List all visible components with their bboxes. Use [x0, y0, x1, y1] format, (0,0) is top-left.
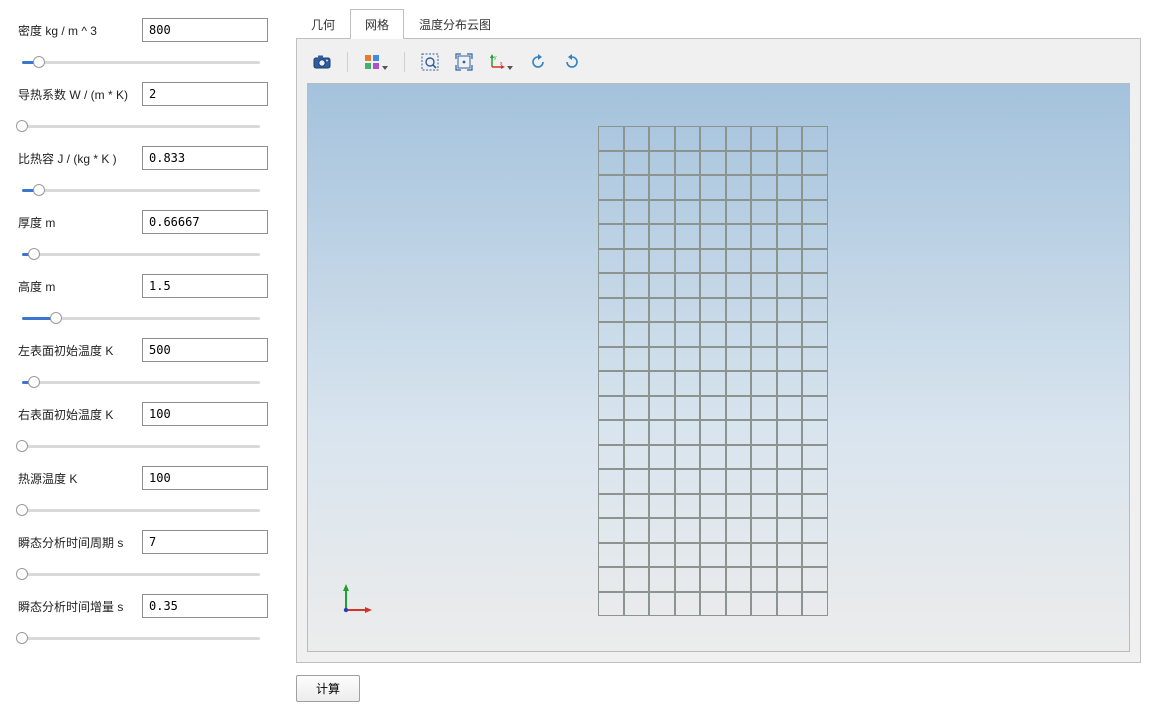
- height-slider[interactable]: [18, 310, 264, 326]
- tab-2[interactable]: 温度分布云图: [404, 9, 506, 39]
- calculate-button[interactable]: 计算: [296, 675, 360, 702]
- thickness-field[interactable]: [142, 210, 268, 234]
- mesh-grid: [598, 126, 828, 616]
- specific-heat-field[interactable]: [142, 146, 268, 170]
- param-group-specific-heat: 比热容 J / (kg * K ): [18, 146, 270, 198]
- density-slider[interactable]: [18, 54, 264, 70]
- param-label: 瞬态分析时间增量 s: [18, 598, 136, 615]
- viewport-tabs: 几何网格温度分布云图: [296, 8, 1141, 38]
- period-slider[interactable]: [18, 566, 264, 582]
- rotate-cw-icon[interactable]: [561, 51, 583, 73]
- tab-1[interactable]: 网格: [350, 9, 404, 39]
- param-group-height: 高度 m: [18, 274, 270, 326]
- param-label: 热源温度 K: [18, 470, 136, 487]
- left-temp-field[interactable]: [142, 338, 268, 362]
- density-field[interactable]: [142, 18, 268, 42]
- param-group-conductivity: 导热系数 W / (m * K): [18, 82, 270, 134]
- thickness-slider[interactable]: [18, 246, 264, 262]
- param-label: 右表面初始温度 K: [18, 406, 136, 423]
- parameters-panel: 密度 kg / m ^ 3 导热系数 W / (m * K) 比热容 J / (kg…: [0, 0, 280, 712]
- increment-field[interactable]: [142, 594, 268, 618]
- param-group-period: 瞬态分析时间周期 s: [18, 530, 270, 582]
- param-label: 左表面初始温度 K: [18, 342, 136, 359]
- param-group-density: 密度 kg / m ^ 3: [18, 18, 270, 70]
- axes-icon[interactable]: yx: [487, 51, 515, 73]
- right-temp-field[interactable]: [142, 402, 268, 426]
- toolbar-separator: [404, 52, 405, 72]
- left-temp-slider[interactable]: [18, 374, 264, 390]
- viewport-toolbar: yx: [307, 49, 1130, 83]
- param-group-source-temp: 热源温度 K: [18, 466, 270, 518]
- viewport-3d[interactable]: [307, 83, 1130, 652]
- source-temp-slider[interactable]: [18, 502, 264, 518]
- camera-icon[interactable]: [311, 51, 333, 73]
- period-field[interactable]: [142, 530, 268, 554]
- increment-slider[interactable]: [18, 630, 264, 646]
- param-group-left-temp: 左表面初始温度 K: [18, 338, 270, 390]
- fit-all-icon[interactable]: [453, 51, 475, 73]
- param-label: 厚度 m: [18, 214, 136, 231]
- param-group-increment: 瞬态分析时间增量 s: [18, 594, 270, 646]
- visualization-panel: 几何网格温度分布云图 yx: [280, 0, 1151, 712]
- conductivity-slider[interactable]: [18, 118, 264, 134]
- right-temp-slider[interactable]: [18, 438, 264, 454]
- svg-text:y: y: [494, 55, 497, 61]
- param-label: 瞬态分析时间周期 s: [18, 534, 136, 551]
- source-temp-field[interactable]: [142, 466, 268, 490]
- specific-heat-slider[interactable]: [18, 182, 264, 198]
- param-label: 高度 m: [18, 278, 136, 295]
- rotate-ccw-icon[interactable]: [527, 51, 549, 73]
- viewmode-icon[interactable]: [362, 51, 390, 73]
- height-field[interactable]: [142, 274, 268, 298]
- zoom-window-icon[interactable]: [419, 51, 441, 73]
- tab-0[interactable]: 几何: [296, 9, 350, 39]
- viewport-frame: yx: [296, 38, 1141, 663]
- param-label: 密度 kg / m ^ 3: [18, 22, 136, 39]
- param-label: 导热系数 W / (m * K): [18, 86, 136, 103]
- param-group-thickness: 厚度 m: [18, 210, 270, 262]
- param-group-right-temp: 右表面初始温度 K: [18, 402, 270, 454]
- param-label: 比热容 J / (kg * K ): [18, 150, 136, 167]
- toolbar-separator: [347, 52, 348, 72]
- axis-triad-icon: [338, 582, 374, 621]
- conductivity-field[interactable]: [142, 82, 268, 106]
